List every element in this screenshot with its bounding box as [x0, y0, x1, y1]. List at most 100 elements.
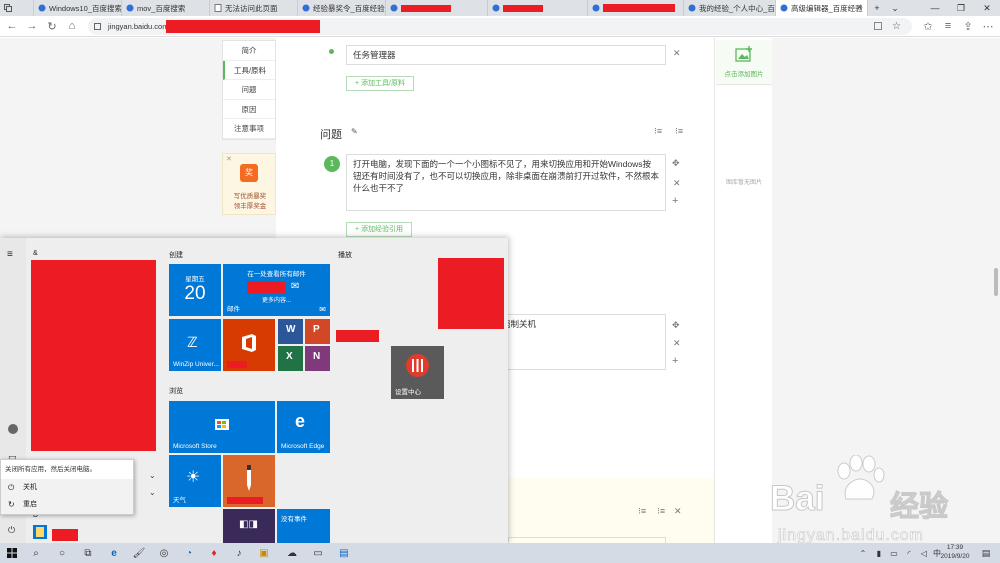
edit-pencil-icon[interactable]: ✎	[351, 127, 358, 136]
powerpoint-tile[interactable]: P	[305, 319, 330, 344]
calendar-events-tile[interactable]: 没有事件	[277, 509, 330, 543]
restart-option[interactable]: ↻ 重启	[1, 496, 133, 513]
screenshot-tool-icon[interactable]: ▭	[310, 545, 326, 561]
winzip-tile[interactable]: ℤ WinZip Univer...	[169, 319, 221, 371]
network-app-icon[interactable]: ▤	[336, 545, 352, 561]
media-icon[interactable]: ♪	[231, 545, 247, 561]
chrome-icon[interactable]: ◎	[156, 545, 172, 561]
dolby-tile[interactable]: ◧◨	[223, 509, 275, 543]
new-tab-button[interactable]: +	[868, 0, 886, 16]
reward-ad[interactable]: ✕ 奖 写优质暴奖 领丰厚奖金	[222, 153, 276, 215]
app-icon[interactable]	[33, 525, 47, 539]
task-view-icon[interactable]: ⧉	[80, 545, 96, 561]
tab-menu[interactable]	[0, 0, 34, 16]
step-2-textarea[interactable]: 强制关机	[496, 314, 666, 370]
wifi-icon[interactable]: ◜	[901, 545, 917, 561]
more-menu-icon[interactable]: ⋯	[980, 18, 996, 34]
tab-advanced-editor[interactable]: 高级编辑器_百度经验 ✕	[776, 0, 868, 16]
delete-step-icon[interactable]: ✕	[673, 178, 681, 189]
minimize-button[interactable]: —	[922, 0, 948, 16]
clock-date[interactable]: 2019/9/20	[936, 553, 974, 560]
settings-center-tile[interactable]: 设置中心	[391, 346, 444, 399]
add-cite-button[interactable]: + 添加经验引用	[346, 222, 413, 237]
edge-tile[interactable]: e Microsoft Edge	[277, 401, 330, 453]
cortana-icon[interactable]: ○	[54, 545, 70, 561]
tab-redacted-1[interactable]	[386, 0, 488, 16]
refresh-button[interactable]: ↻	[44, 18, 60, 34]
edge-taskbar-icon[interactable]: e	[106, 545, 122, 561]
power-icon[interactable]: ⏻	[8, 525, 15, 536]
tab-redacted-2[interactable]	[488, 0, 588, 16]
nav-item-intro[interactable]: 简介	[223, 41, 275, 61]
tray-app-icon[interactable]: ▮	[871, 545, 887, 561]
sketch-tile[interactable]	[223, 455, 275, 507]
maximize-button[interactable]: ❐	[948, 0, 974, 16]
tab-experience[interactable]: 经验暴奖令_百度经验	[298, 0, 386, 16]
nav-item-problem[interactable]: 问题	[223, 80, 275, 100]
tray-chevron-icon[interactable]: ⌃	[855, 545, 871, 561]
onenote-tile[interactable]: N	[305, 346, 330, 371]
expand-chevron-icon[interactable]: ⌄	[149, 471, 156, 480]
page-scrollbar[interactable]	[994, 268, 998, 296]
hamburger-icon[interactable]: ≡	[7, 249, 13, 260]
word-tile[interactable]: W	[278, 319, 303, 344]
tab-unreachable[interactable]: 无法访问此页面	[210, 0, 298, 16]
excel-tile[interactable]: X	[278, 346, 303, 371]
back-button[interactable]: ←	[4, 18, 20, 34]
favorite-star-icon[interactable]: ☆	[892, 18, 901, 35]
forward-button[interactable]: →	[24, 18, 40, 34]
tool-input[interactable]: 任务管理器	[346, 45, 666, 65]
calendar-tile[interactable]: 星期五 20	[169, 264, 221, 316]
nav-item-cause[interactable]: 原因	[223, 100, 275, 119]
nav-item-tools[interactable]: 工具/原料	[223, 60, 275, 80]
search-icon[interactable]: ⌕	[28, 545, 44, 561]
delete-tool-icon[interactable]: ✕	[673, 48, 681, 59]
add-image-button[interactable]: 点击添加图片	[716, 40, 772, 85]
reader-view-icon[interactable]	[874, 22, 882, 30]
bullet-list-icon[interactable]: ⁝≡	[675, 126, 683, 137]
baidu-paw-icon	[390, 4, 398, 12]
weather-tile[interactable]: ☀ 天气	[169, 455, 221, 507]
paint-icon[interactable]: 🖌	[131, 545, 147, 561]
url-input[interactable]: jingyan.baidu.com ☆	[88, 18, 912, 35]
shutdown-option[interactable]: ⏻ 关机	[1, 479, 133, 496]
store-tile[interactable]: Microsoft Store	[169, 401, 275, 453]
mail-tile[interactable]: 在一处查看所有邮件 ✉ 更多内容... 邮件 ✉	[223, 264, 330, 316]
tab-mov-search[interactable]: mov_百度搜索	[122, 0, 210, 16]
drag-move-icon[interactable]: ✥	[672, 158, 680, 169]
delete-step-icon[interactable]: ✕	[674, 506, 682, 517]
home-button[interactable]: ⌂	[64, 18, 80, 34]
tab-redacted-3[interactable]	[588, 0, 684, 16]
sublime-icon[interactable]: ▣	[256, 545, 272, 561]
tab-personal-center[interactable]: 我的经验_个人中心_百度	[684, 0, 776, 16]
add-tool-button[interactable]: + 添加工具/原料	[346, 76, 414, 91]
expand-chevron-icon[interactable]: ⌄	[149, 488, 156, 497]
tab-windows10-search[interactable]: Windows10_百度搜索	[34, 0, 122, 16]
close-ad-icon[interactable]: ✕	[226, 155, 232, 163]
action-center-icon[interactable]: ▤	[978, 545, 994, 561]
drag-move-icon[interactable]: ✥	[672, 320, 680, 331]
battery-icon[interactable]: ▭	[886, 545, 902, 561]
delete-step-icon[interactable]: ✕	[673, 338, 681, 349]
add-step-icon[interactable]: +	[672, 195, 678, 207]
close-window-button[interactable]: ✕	[974, 0, 1000, 16]
cloud-app-icon[interactable]: ☁	[284, 545, 300, 561]
add-step-icon[interactable]: +	[672, 355, 678, 367]
nav-item-notes[interactable]: 注意事项	[223, 119, 275, 139]
close-tab-icon[interactable]: ✕	[856, 3, 863, 12]
user-avatar-icon[interactable]	[8, 424, 18, 434]
windows-start-button[interactable]	[4, 545, 20, 561]
clock-time[interactable]: 17:39	[940, 544, 970, 551]
clock-app-icon[interactable]: ◔	[181, 545, 197, 561]
favorites-icon[interactable]: ✩	[920, 18, 936, 34]
tab-list-chevron-icon[interactable]: ⌄	[886, 0, 904, 16]
numbered-list-icon[interactable]: ⁝≡	[638, 506, 646, 517]
numbered-list-icon[interactable]: ⁝≡	[654, 126, 662, 137]
map-pin-icon[interactable]: ♦	[206, 545, 222, 561]
step-1-textarea[interactable]: 打开电脑，发现下面的一个一个小图标不见了，用来切换应用和开始Windows按钮还…	[346, 154, 666, 211]
baidu-paw-icon	[126, 4, 134, 12]
office-tile[interactable]	[223, 319, 275, 371]
share-icon[interactable]: ⇪	[960, 18, 976, 34]
bullet-list-icon[interactable]: ⁝≡	[657, 506, 665, 517]
reading-list-icon[interactable]: ≡	[940, 18, 956, 34]
